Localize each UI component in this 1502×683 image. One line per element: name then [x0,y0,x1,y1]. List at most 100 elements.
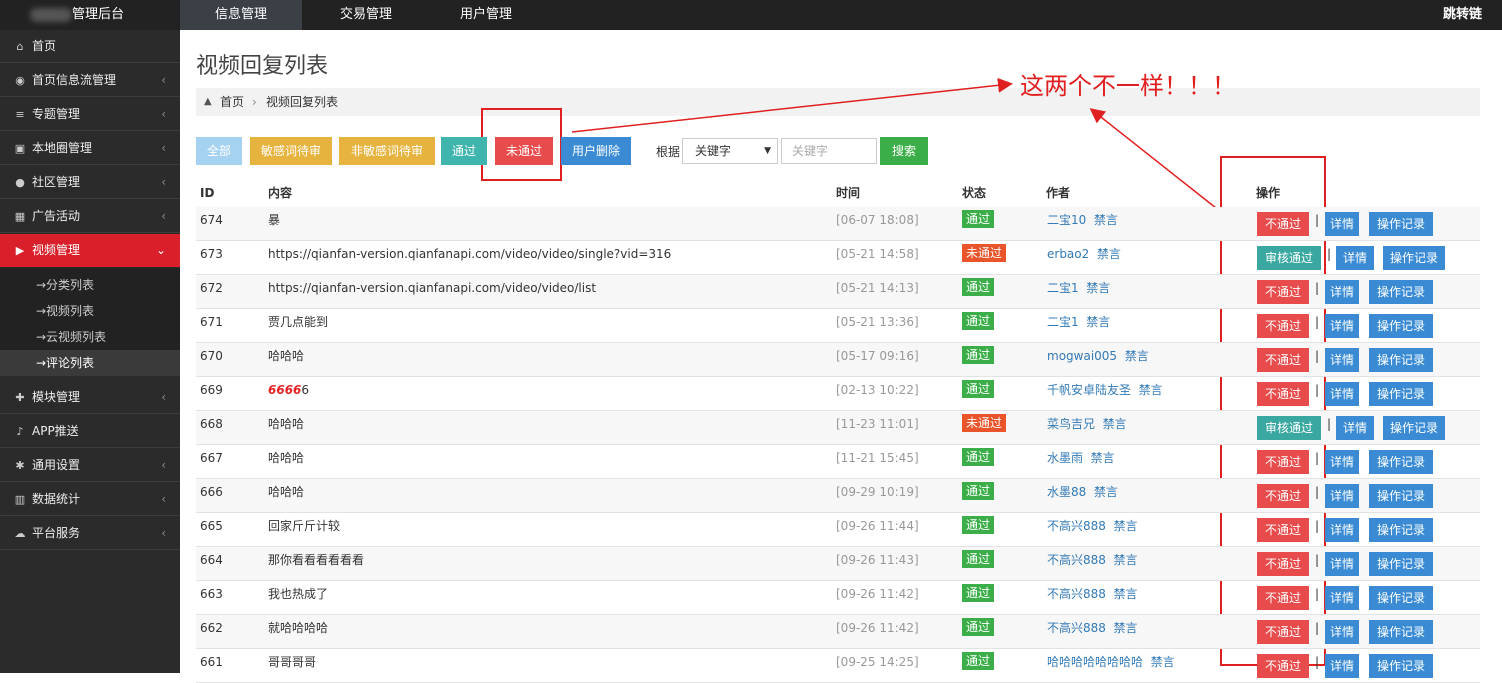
action-separator: | [1315,451,1320,465]
table-row: 665 回家斤斤计较 [09-26 11:44] 通过 不高兴888 禁言 不通过 | 详情操… [196,513,1480,547]
reject-button[interactable]: 不通过 [1257,518,1309,542]
ban-link[interactable]: 禁言 [1151,655,1175,669]
detail-button[interactable]: 详情 [1325,348,1359,372]
author-link[interactable]: mogwai005 [1047,349,1117,363]
approve-button[interactable]: 审核通过 [1257,246,1321,270]
ban-link[interactable]: 禁言 [1086,281,1110,295]
detail-button[interactable]: 详情 [1325,382,1359,406]
ban-link[interactable]: 禁言 [1086,315,1110,329]
status-badge: 通过 [962,618,995,636]
cell-time: [09-26 11:43] [836,553,919,567]
detail-button[interactable]: 详情 [1336,416,1374,440]
action-separator: | [1315,349,1320,363]
ban-link[interactable]: 禁言 [1097,247,1121,261]
reject-button[interactable]: 不通过 [1257,348,1309,372]
reject-button[interactable]: 不通过 [1257,620,1309,644]
ban-link[interactable]: 禁言 [1139,383,1163,397]
detail-button[interactable]: 详情 [1325,450,1359,474]
table-row: 670 哈哈哈 [05-17 09:16] 通过 mogwai005 禁言 不通过 | 详情操… [196,343,1480,377]
table-row: 671 贾几点能到 [05-21 13:36] 通过 二宝1 禁言 不通过 | 详情 操作记录 [196,309,1480,343]
author-link[interactable]: 二宝1 [1047,281,1079,295]
log-button[interactable]: 操作记录 [1369,654,1433,678]
author-link[interactable]: 不高兴888 [1047,587,1106,601]
action-separator: | [1315,281,1320,295]
cell-id: 672 [200,281,223,295]
status-badge: 通过 [962,584,995,602]
cell-time: [02-13 10:22] [836,383,919,397]
cell-id: 663 [200,587,223,601]
table-row: 674 暴 [06-07 18:08] 通过 二宝10 禁言 不通过 | 详情 操作记录 [196,207,1480,241]
detail-button[interactable]: 详情 [1325,620,1359,644]
log-button[interactable]: 操作记录 [1383,246,1445,270]
filter-fail-button[interactable]: 未通过 [495,137,553,165]
filter-user-deleted-button[interactable]: 用户删除 [561,137,631,165]
cell-id: 667 [200,451,223,465]
log-button[interactable]: 操作记录 [1369,450,1433,474]
ban-link[interactable]: 禁言 [1091,451,1115,465]
detail-button[interactable]: 详情 [1325,586,1359,610]
filter-nonsensitive-button[interactable]: 非敏感词待审 [339,137,435,165]
author-link[interactable]: 水墨雨 [1047,451,1083,465]
reject-button[interactable]: 不通过 [1257,586,1309,610]
action-separator: | [1315,485,1320,499]
log-button[interactable]: 操作记录 [1369,348,1433,372]
detail-button[interactable]: 详情 [1325,484,1359,508]
filter-all-button[interactable]: 全部 [196,137,242,165]
status-badge: 通过 [962,210,995,228]
log-button[interactable]: 操作记录 [1369,518,1433,542]
ban-link[interactable]: 禁言 [1114,553,1138,567]
detail-button[interactable]: 详情 [1325,314,1359,338]
author-link[interactable]: 哈哈哈哈哈哈哈哈 [1047,655,1143,669]
log-button[interactable]: 操作记录 [1369,314,1433,338]
log-button[interactable]: 操作记录 [1369,586,1433,610]
reject-button[interactable]: 不通过 [1257,654,1309,678]
ban-link[interactable]: 禁言 [1103,417,1127,431]
table-row: 673 https://qianfan-version.qianfanapi.co… [196,241,1480,275]
detail-button[interactable]: 详情 [1336,246,1374,270]
author-link[interactable]: 千帆安卓陆友圣 [1047,383,1131,397]
approve-button[interactable]: 审核通过 [1257,416,1321,440]
cell-content: 66666 [268,377,309,403]
ban-link[interactable]: 禁言 [1094,213,1118,227]
author-link[interactable]: 不高兴888 [1047,519,1106,533]
reject-button[interactable]: 不通过 [1257,314,1309,338]
cell-id: 661 [200,655,223,669]
cell-id: 674 [200,213,223,227]
filter-sensitive-button[interactable]: 敏感词待审 [250,137,332,165]
detail-button[interactable]: 详情 [1325,552,1359,576]
reject-button[interactable]: 不通过 [1257,212,1309,236]
log-button[interactable]: 操作记录 [1369,484,1433,508]
reject-button[interactable]: 不通过 [1257,280,1309,304]
author-link[interactable]: 不高兴888 [1047,553,1106,567]
reject-button[interactable]: 不通过 [1257,450,1309,474]
log-button[interactable]: 操作记录 [1369,212,1433,236]
ban-link[interactable]: 禁言 [1114,519,1138,533]
reject-button[interactable]: 不通过 [1257,484,1309,508]
filter-pass-button[interactable]: 通过 [441,137,487,165]
log-button[interactable]: 操作记录 [1369,552,1433,576]
detail-button[interactable]: 详情 [1325,518,1359,542]
detail-button[interactable]: 详情 [1325,654,1359,678]
log-button[interactable]: 操作记录 [1369,280,1433,304]
reject-button[interactable]: 不通过 [1257,382,1309,406]
log-button[interactable]: 操作记录 [1369,620,1433,644]
author-link[interactable]: 菜鸟吉兄 [1047,417,1095,431]
log-button[interactable]: 操作记录 [1383,416,1445,440]
reject-button[interactable]: 不通过 [1257,552,1309,576]
ban-link[interactable]: 禁言 [1094,485,1118,499]
author-link[interactable]: 二宝1 [1047,315,1079,329]
author-link[interactable]: erbao2 [1047,247,1089,261]
cell-content: 哥哥哥哥 [268,655,317,669]
annotation-arrow-right [1089,108,1217,209]
author-link[interactable]: 水墨88 [1047,485,1086,499]
ban-link[interactable]: 禁言 [1114,587,1138,601]
log-button[interactable]: 操作记录 [1369,382,1433,406]
author-link[interactable]: 不高兴888 [1047,621,1106,635]
action-separator: | [1315,213,1320,227]
ban-link[interactable]: 禁言 [1125,349,1149,363]
ban-link[interactable]: 禁言 [1114,621,1138,635]
detail-button[interactable]: 详情 [1325,212,1359,236]
author-link[interactable]: 二宝10 [1047,213,1086,227]
status-badge: 通过 [962,312,995,330]
detail-button[interactable]: 详情 [1325,280,1359,304]
